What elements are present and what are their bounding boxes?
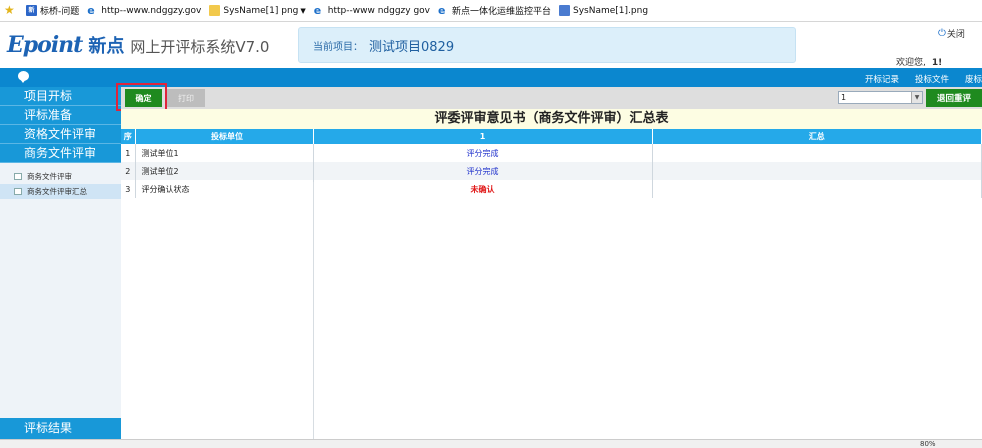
main-content: 确定 打印 1 ▼ 退回重评 评委评审意见书（商务文件评审）汇总表 序 投标单位… bbox=[116, 83, 982, 439]
confirm-button[interactable]: 确定 bbox=[125, 89, 162, 107]
ie-icon: e bbox=[438, 4, 446, 17]
favorite-star[interactable]: ★ bbox=[4, 3, 18, 17]
nav-bid-record[interactable]: 开标记录 bbox=[865, 73, 899, 85]
table-row: 1 测试单位1 评分完成 bbox=[121, 144, 982, 162]
header-seq: 序 bbox=[121, 129, 136, 144]
sidebar: 项目开标 评标准备 资格文件评审 商务文件评审 商务文件评审 商务文件评审汇总 … bbox=[0, 87, 121, 439]
score-status: 评分完成 bbox=[313, 144, 653, 162]
system-name: 网上开评标系统V7.0 bbox=[130, 38, 270, 56]
ie-icon: e bbox=[87, 4, 95, 17]
logo-cn: 新点 bbox=[88, 36, 125, 57]
score-status: 评分完成 bbox=[313, 162, 653, 180]
favorite-link-4[interactable]: e http--www ndggzy gov bbox=[314, 5, 430, 16]
expert-select[interactable]: 1 ▼ bbox=[838, 91, 923, 104]
favorite-link-5[interactable]: e 新点一体化运维监控平台 bbox=[438, 4, 551, 17]
status-bar: 80% bbox=[0, 439, 982, 448]
print-button[interactable]: 打印 bbox=[167, 89, 205, 107]
folder-icon bbox=[209, 5, 221, 16]
sidebar-item-bid-opening[interactable]: 项目开标 bbox=[0, 87, 121, 106]
star-icon: ★ bbox=[4, 3, 15, 17]
favorite-link-1[interactable]: 新标桥-问题 bbox=[26, 4, 79, 17]
app-header: Epoint 新点 网上开评标系统V7.0 当前项目： 测试项目0829 ⏻ 关闭… bbox=[0, 22, 982, 68]
nav-bid-files[interactable]: 投标文件 bbox=[915, 73, 949, 85]
favorites-bar: ★ 新标桥-问题 e http--www.ndggzy.gov SysName[1… bbox=[0, 0, 982, 22]
document-icon bbox=[14, 173, 22, 180]
sidebar-item-qualification[interactable]: 资格文件评审 bbox=[0, 125, 121, 144]
favorite-link-2[interactable]: e http--www.ndggzy.gov bbox=[87, 5, 201, 16]
sidebar-item-business-review[interactable]: 商务文件评审 bbox=[0, 144, 121, 163]
welcome-text: 欢迎您, 1! bbox=[896, 58, 943, 68]
header-summary: 汇总 bbox=[652, 129, 982, 144]
return-rereview-button[interactable]: 退回重评 bbox=[926, 89, 982, 107]
close-button[interactable]: ⏻ 关闭 bbox=[938, 27, 965, 40]
power-icon: ⏻ bbox=[938, 28, 946, 39]
project-label: 当前项目： bbox=[313, 41, 363, 53]
logo: Epoint 新点 网上开评标系统V7.0 bbox=[7, 32, 269, 58]
toolbar: 确定 打印 1 ▼ 退回重评 bbox=[116, 83, 982, 111]
summary-table: 序 投标单位 1 汇总 1 测试单位1 评分完成 2 测试单位2 评分完成 3 … bbox=[121, 129, 982, 198]
current-project-box: 当前项目： 测试项目0829 bbox=[298, 27, 796, 63]
table-row: 2 测试单位2 评分完成 bbox=[121, 162, 982, 180]
confirm-status: 未确认 bbox=[313, 180, 653, 198]
message-icon[interactable] bbox=[18, 71, 29, 83]
sidebar-sub-business-review[interactable]: 商务文件评审 bbox=[0, 169, 121, 184]
chevron-down-icon[interactable]: ▼ bbox=[911, 92, 922, 103]
image-icon bbox=[559, 5, 571, 16]
column-divider bbox=[313, 182, 314, 439]
sidebar-item-eval-prep[interactable]: 评标准备 bbox=[0, 106, 121, 125]
sidebar-item-eval-result[interactable]: 评标结果 bbox=[0, 418, 121, 439]
favorite-link-6[interactable]: SysName[1].png bbox=[559, 5, 648, 16]
zoom-level[interactable]: 80% bbox=[920, 440, 936, 448]
table-row: 3 评分确认状态 未确认 bbox=[121, 180, 982, 198]
header-expert-1: 1 bbox=[313, 129, 653, 144]
ie-icon: e bbox=[313, 4, 322, 17]
favorite-link-3[interactable]: SysName[1] png ▼ bbox=[209, 5, 306, 16]
user-name: 1! bbox=[931, 58, 943, 68]
sidebar-sub-business-summary[interactable]: 商务文件评审汇总 bbox=[0, 184, 121, 199]
project-name: 测试项目0829 bbox=[369, 39, 455, 55]
document-icon bbox=[14, 188, 22, 195]
news-icon: 新 bbox=[26, 5, 37, 16]
header-bidder: 投标单位 bbox=[135, 129, 314, 144]
logo-brand: Epoint bbox=[7, 32, 83, 58]
chevron-down-icon[interactable]: ▼ bbox=[300, 7, 305, 15]
page-title: 评委评审意见书（商务文件评审）汇总表 bbox=[121, 109, 982, 129]
nav-invalid-bid[interactable]: 废标 bbox=[965, 73, 982, 85]
